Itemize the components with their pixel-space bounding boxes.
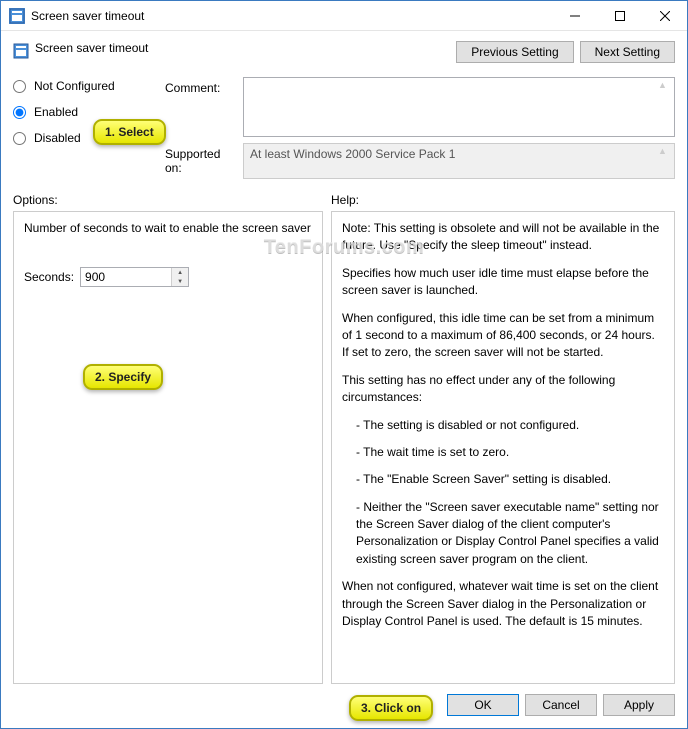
help-text: Specifies how much user idle time must e… [342,265,664,300]
radio-disabled-input[interactable] [13,132,26,145]
ok-button[interactable]: OK [447,694,519,716]
help-panel: Note: This setting is obsolete and will … [331,211,675,684]
options-description: Number of seconds to wait to enable the … [24,220,312,237]
close-button[interactable] [642,1,687,31]
supported-label: Supported on: [165,143,237,175]
radio-enabled[interactable]: Enabled [13,105,155,119]
radio-not-configured-input[interactable] [13,80,26,93]
spinner-up-button[interactable]: ▲ [172,268,188,277]
seconds-label: Seconds: [24,269,74,286]
scroll-up-icon: ▲ [658,146,672,156]
help-text: When not configured, whatever wait time … [342,578,664,630]
supported-on-text: At least Windows 2000 Service Pack 1 [250,147,455,161]
help-text: When configured, this idle time can be s… [342,310,664,362]
help-bullet: - The setting is disabled or not configu… [342,417,664,434]
callout-click-on: 3. Click on [349,695,433,721]
minimize-button[interactable] [552,1,597,31]
spinner-down-button[interactable]: ▼ [172,277,188,286]
titlebar: Screen saver timeout [1,1,687,31]
comment-label: Comment: [165,77,237,95]
seconds-input[interactable] [81,268,171,286]
policy-icon [9,8,25,24]
maximize-button[interactable] [597,1,642,31]
help-text: Note: This setting is obsolete and will … [342,220,664,255]
comment-textarea[interactable]: ▲ [243,77,675,137]
options-heading: Options: [13,193,331,207]
previous-setting-button[interactable]: Previous Setting [456,41,573,63]
help-bullet: - Neither the "Screen saver executable n… [342,499,664,569]
callout-select: 1. Select [93,119,166,145]
help-bullet: - The "Enable Screen Saver" setting is d… [342,471,664,488]
options-panel: Number of seconds to wait to enable the … [13,211,323,684]
radio-enabled-label: Enabled [34,105,78,119]
next-setting-button[interactable]: Next Setting [580,41,675,63]
radio-not-configured[interactable]: Not Configured [13,79,155,93]
help-bullet: - The wait time is set to zero. [342,444,664,461]
callout-specify: 2. Specify [83,364,163,390]
window-title: Screen saver timeout [31,9,552,23]
radio-enabled-input[interactable] [13,106,26,119]
policy-title: Screen saver timeout [35,41,456,55]
policy-icon [13,43,29,59]
apply-button[interactable]: Apply [603,694,675,716]
radio-not-configured-label: Not Configured [34,79,115,93]
help-heading: Help: [331,193,675,207]
seconds-spinner[interactable]: ▲ ▼ [80,267,189,287]
scroll-up-icon: ▲ [658,80,672,90]
radio-disabled-label: Disabled [34,131,81,145]
cancel-button[interactable]: Cancel [525,694,597,716]
supported-on-box: At least Windows 2000 Service Pack 1 ▲ [243,143,675,179]
help-text: This setting has no effect under any of … [342,372,664,407]
